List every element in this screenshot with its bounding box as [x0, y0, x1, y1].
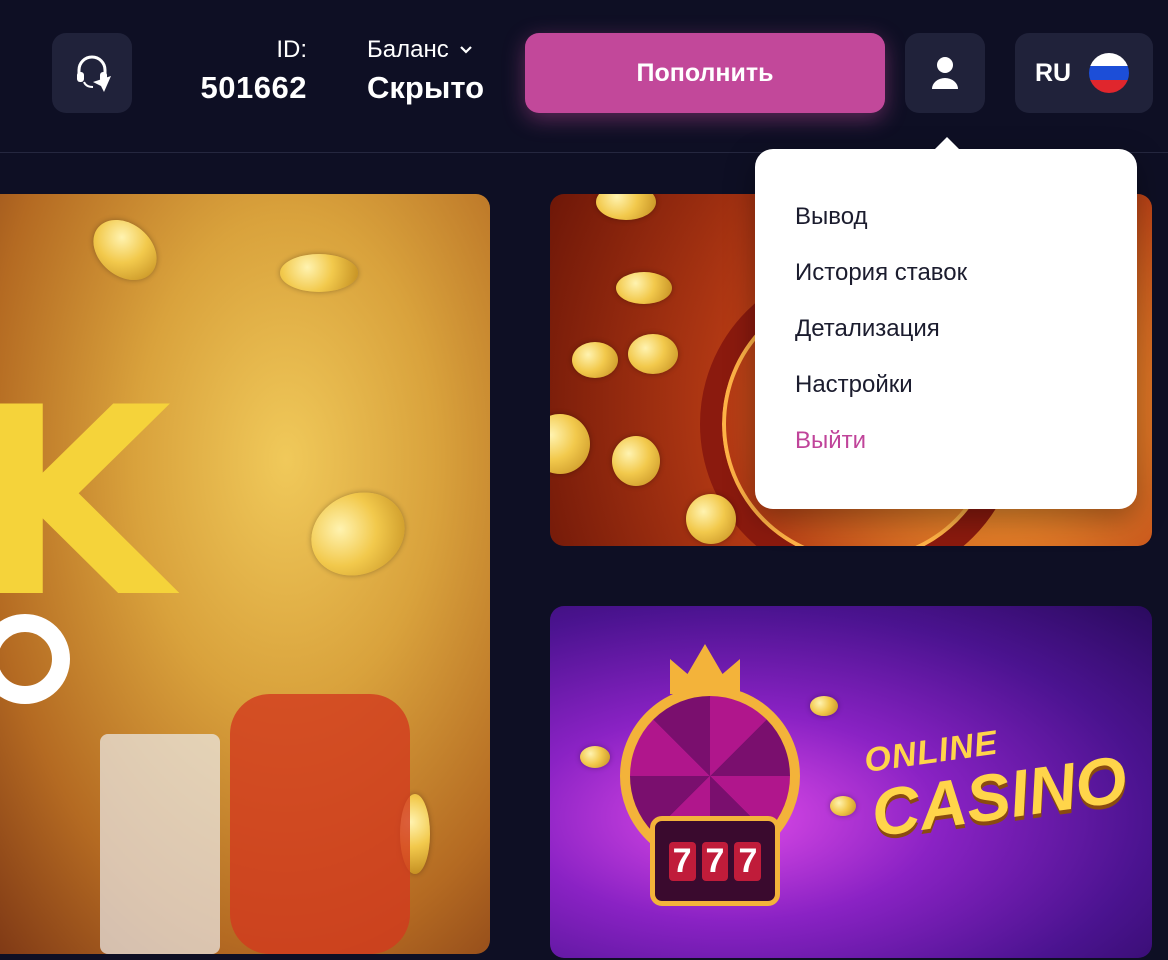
balance-label: Баланс — [367, 36, 449, 63]
coin-image — [810, 696, 838, 716]
language-code: RU — [1035, 58, 1072, 87]
menu-item-bet-history[interactable]: История ставок — [755, 253, 1137, 309]
slot-symbol: 7 — [701, 841, 729, 881]
profile-button[interactable] — [905, 33, 985, 113]
user-id-label: ID: — [276, 36, 307, 63]
coin-image — [580, 746, 610, 768]
balance-value: Скрыто — [367, 70, 485, 105]
slot-symbol: 7 — [734, 841, 762, 881]
user-id-block: ID: 501662 — [201, 34, 307, 110]
language-selector[interactable]: RU — [1015, 33, 1153, 113]
coin-image — [550, 414, 590, 474]
user-menu-dropdown: Вывод История ставок Детализация Настрой… — [755, 137, 1137, 509]
coin-image — [596, 194, 656, 220]
promo-banner-online-casino[interactable]: 7 7 7 ONLINE CASINO — [550, 606, 1152, 958]
coin-image — [572, 342, 618, 378]
coin-image — [686, 494, 736, 544]
coin-image — [297, 477, 419, 591]
top-header: ID: 501662 Баланс Скрыто Пополнить RU — [0, 0, 1168, 153]
user-icon — [932, 57, 958, 89]
slot-reel-image — [100, 734, 220, 954]
coin-image — [628, 334, 678, 374]
crown-icon — [670, 644, 740, 694]
menu-item-withdraw[interactable]: Вывод — [755, 197, 1137, 253]
balance-toggle[interactable]: Баланс Скрыто — [367, 34, 484, 110]
online-casino-logo: ONLINE CASINO — [862, 707, 1131, 851]
menu-item-settings[interactable]: Настройки — [755, 365, 1137, 421]
slot-machine-image: 7 7 7 — [650, 816, 780, 906]
menu-item-details[interactable]: Детализация — [755, 309, 1137, 365]
support-button[interactable] — [52, 33, 132, 113]
coin-image — [612, 436, 660, 486]
coin-image — [830, 796, 856, 816]
russia-flag-icon — [1089, 53, 1130, 93]
user-id-value: 501662 — [200, 70, 307, 105]
banner-decor-letter: K — [0, 353, 172, 655]
slot-symbol: 7 — [668, 841, 696, 881]
coin-image — [280, 254, 358, 292]
deposit-button[interactable]: Пополнить — [525, 33, 885, 113]
coin-image — [616, 272, 672, 304]
coin-image — [81, 207, 169, 293]
menu-item-logout[interactable]: Выйти — [755, 421, 1137, 477]
balance-label-row: Баланс — [367, 34, 484, 66]
headset-telegram-icon — [77, 55, 111, 92]
promo-banner-left[interactable]: K — [0, 194, 490, 954]
chevron-down-icon — [459, 46, 472, 54]
slot-decor-image — [230, 694, 410, 954]
